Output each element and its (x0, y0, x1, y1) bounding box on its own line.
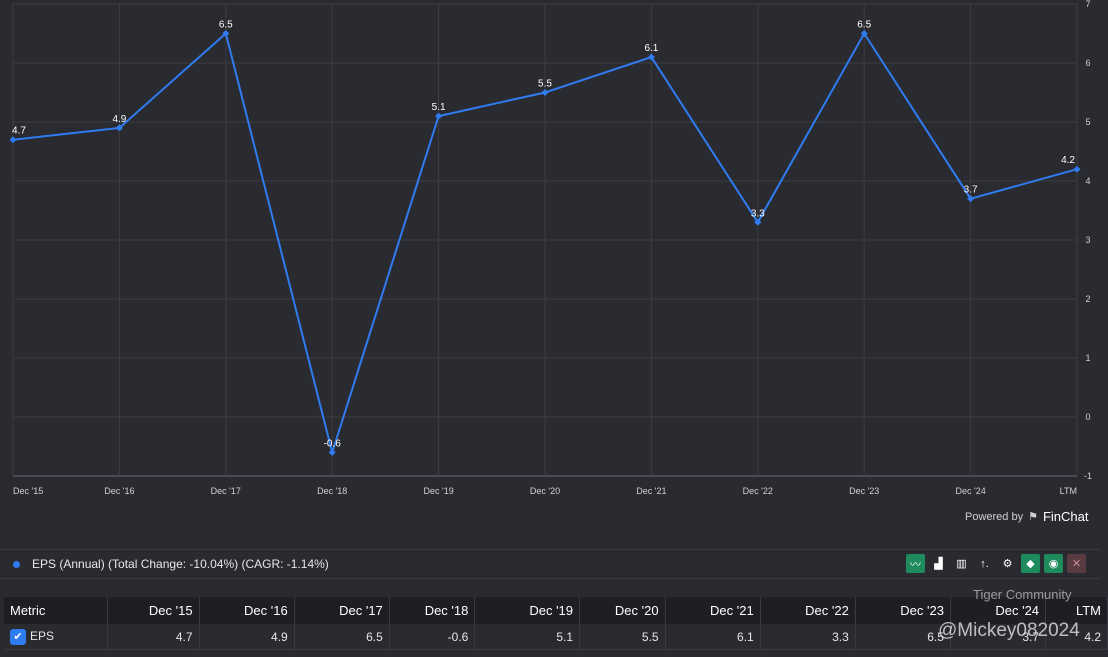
y-tick-label: 3 (1085, 235, 1090, 245)
watermark-brand: Tiger Community (973, 587, 1072, 602)
y-tick-label: 2 (1085, 294, 1090, 304)
data-label: 5.5 (538, 79, 552, 90)
table-cell: ✔ EPS (4, 624, 109, 650)
x-tick-label: Dec '18 (317, 486, 347, 496)
watermark-user: @Mickey082024 (938, 620, 1080, 641)
eye-icon[interactable]: ◉ (1044, 554, 1063, 573)
column-header: Dec '23 (855, 597, 951, 624)
sort-icon[interactable]: ↑. (975, 554, 994, 573)
chart-toolbar: 〰 ▟ ▥ ↑. ⚙ ◆ ◉ ✕ (906, 554, 1086, 573)
brand-name: FinChat (1042, 509, 1089, 524)
table-cell: 4.7 (107, 624, 200, 650)
column-header: Dec '21 (665, 597, 761, 624)
data-point (328, 448, 336, 456)
table-cell: 6.5 (855, 624, 951, 650)
gear-icon[interactable]: ⚙ (998, 554, 1017, 573)
legend: EPS (Annual) (Total Change: -10.04%) (CA… (0, 549, 1100, 579)
data-label: 6.1 (644, 43, 658, 54)
column-header: Dec '18 (389, 597, 476, 624)
column-header: Dec '22 (760, 597, 856, 624)
column-header: Dec '17 (294, 597, 390, 624)
y-tick-label: 6 (1085, 58, 1090, 68)
tag-icon[interactable]: ◆ (1021, 554, 1040, 573)
data-point (435, 112, 443, 120)
data-label: 5.1 (432, 102, 446, 113)
bar-chart-icon[interactable]: ▟ (929, 554, 948, 573)
checkbox-icon[interactable]: ✔ (10, 628, 26, 645)
x-tick-label: Dec '23 (849, 486, 879, 496)
table-cell: 5.5 (579, 624, 666, 650)
finchat-logo-icon: ⚑ (1028, 511, 1038, 523)
x-tick-label: Dec '22 (743, 486, 773, 496)
line-chart-icon[interactable]: 〰 (906, 554, 925, 573)
data-label: -0.6 (324, 438, 342, 449)
column-header: Dec '19 (474, 597, 581, 624)
x-tick-label: LTM (1060, 486, 1077, 496)
y-tick-label: 0 (1085, 412, 1090, 422)
x-tick-label: Dec '24 (955, 486, 985, 496)
stacked-bar-icon[interactable]: ▥ (952, 554, 971, 573)
data-label: 4.9 (112, 114, 126, 125)
y-tick-label: 7 (1085, 0, 1090, 9)
data-label: 3.3 (751, 208, 765, 219)
table-cell: 4.9 (199, 624, 295, 650)
x-tick-label: Dec '15 (13, 486, 43, 496)
table-cell: 6.1 (665, 624, 761, 650)
data-point (9, 136, 17, 144)
table-cell: -0.6 (389, 624, 476, 650)
series-dot-icon (13, 560, 20, 568)
x-tick-label: Dec '21 (636, 486, 666, 496)
data-point (541, 89, 549, 96)
data-label: 4.2 (1061, 155, 1075, 166)
x-tick-label: Dec '19 (423, 486, 453, 496)
column-header: Dec '15 (107, 597, 200, 624)
table-cell: 3.3 (760, 624, 856, 650)
data-label: 3.7 (964, 185, 978, 196)
y-tick-label: 4 (1085, 176, 1090, 186)
table-cell: 6.5 (294, 624, 390, 650)
data-label: 6.5 (219, 20, 233, 31)
powered-by-label: Powered by (965, 510, 1024, 523)
data-label: 6.5 (857, 20, 871, 31)
x-tick-label: Dec '17 (211, 486, 241, 496)
y-tick-label: 1 (1085, 353, 1090, 363)
close-icon[interactable]: ✕ (1067, 554, 1086, 573)
x-tick-label: Dec '16 (104, 486, 134, 496)
column-header: Dec '16 (199, 597, 295, 624)
y-tick-label: -1 (1084, 471, 1092, 481)
data-point (1073, 165, 1081, 173)
eps-line-chart: -1 0 1 2 3 4 5 6 7 Dec '15 Dec '16 Dec '17 Dec '18 De… (9, 0, 1092, 496)
column-header: Metric (4, 597, 109, 624)
y-tick-label: 5 (1085, 117, 1090, 127)
column-header: Dec '20 (579, 597, 666, 624)
legend-text: EPS (Annual) (Total Change: -10.04%) (CA… (32, 557, 329, 571)
data-label: 4.7 (12, 126, 26, 137)
table-cell: 5.1 (474, 624, 581, 650)
powered-by: Powered by ⚑ FinChat (965, 509, 1089, 524)
x-tick-label: Dec '20 (530, 486, 560, 496)
